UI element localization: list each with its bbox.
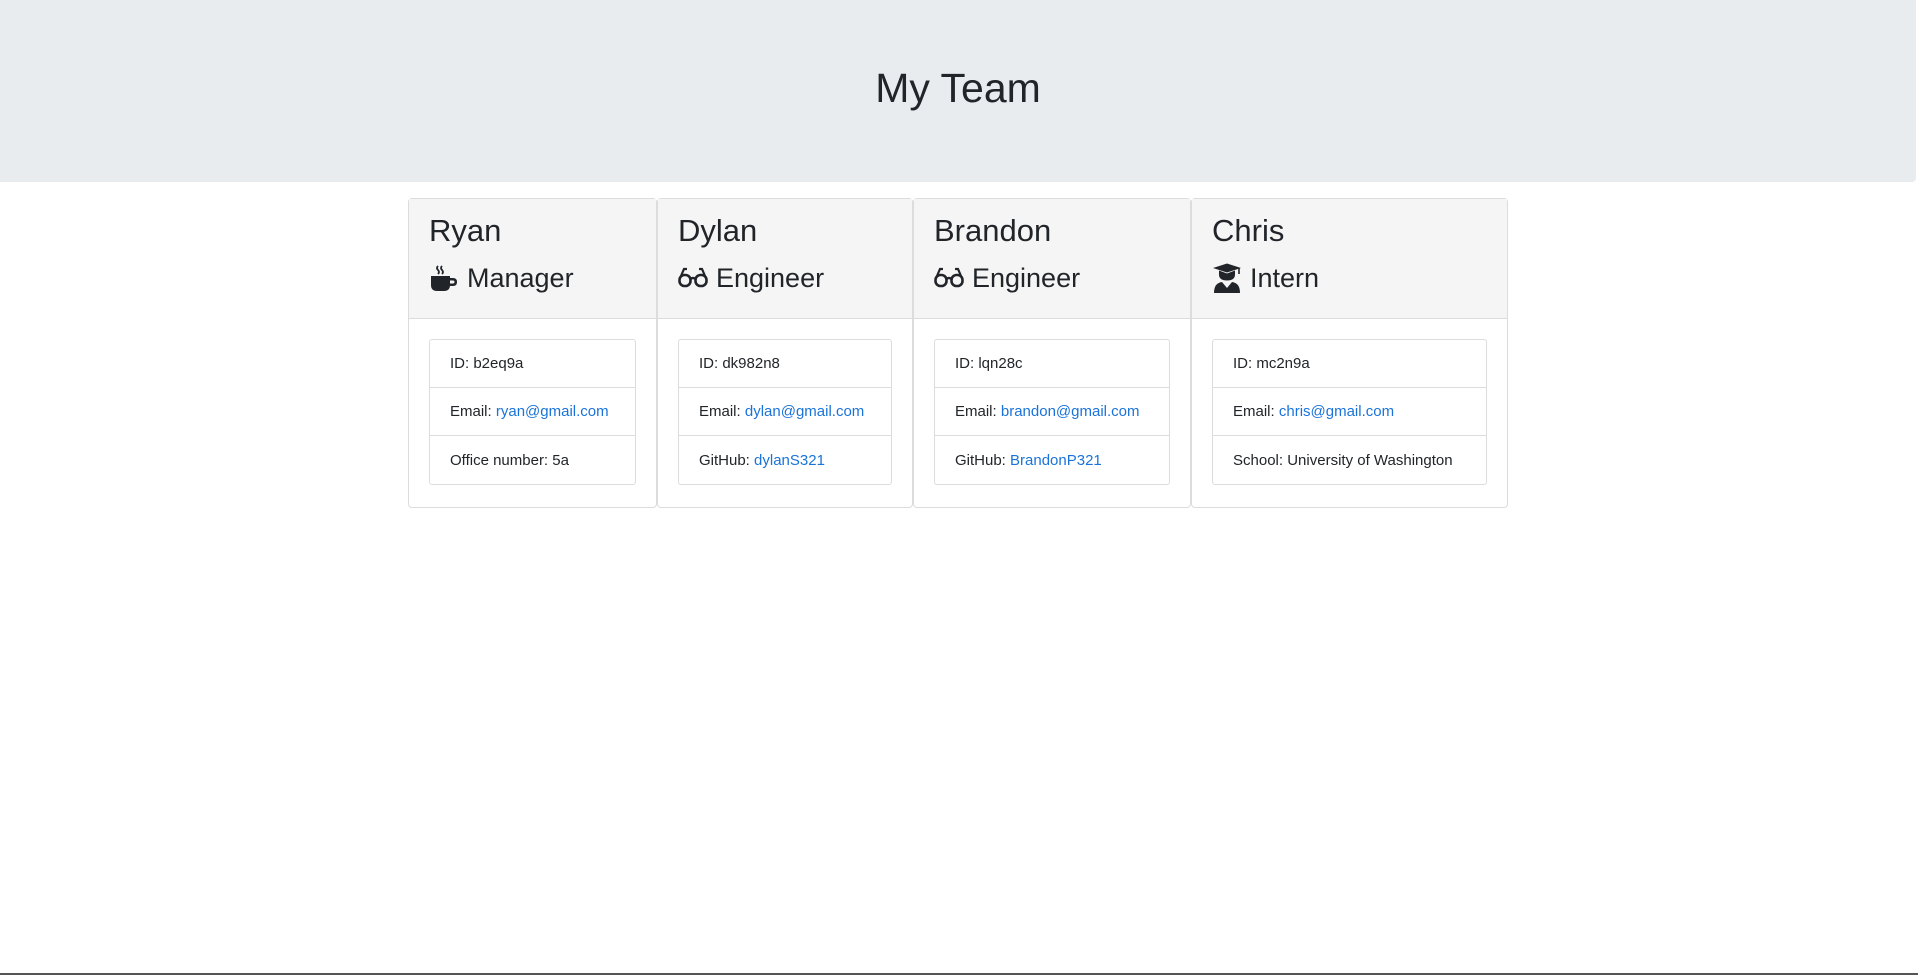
card-body: ID: mc2n9a Email: chris@gmail.com School…: [1192, 319, 1507, 505]
list-item-email: Email: chris@gmail.com: [1213, 388, 1486, 436]
list-item-email: Email: dylan@gmail.com: [679, 388, 891, 436]
id-value: mc2n9a: [1256, 355, 1310, 372]
id-label: ID:: [699, 355, 719, 372]
github-label: GitHub:: [699, 451, 750, 469]
role-label: Intern: [1250, 263, 1320, 293]
card-body: ID: lqn28c Email: brandon@gmail.com GitH…: [914, 319, 1190, 505]
card-header: Ryan Manager: [409, 199, 656, 319]
list-item-id: ID: dk982n8: [679, 340, 891, 388]
card-body: ID: b2eq9a Email: ryan@gmail.com Office …: [409, 319, 656, 505]
employee-name: Brandon: [934, 213, 1052, 248]
list-item-office: Office number: 5a: [430, 436, 635, 484]
github-label: GitHub:: [955, 451, 1006, 469]
header-jumbotron: My Team: [0, 0, 1916, 182]
office-label: Office number:: [450, 451, 549, 469]
employee-role: Manager: [429, 261, 636, 295]
card-body: ID: dk982n8 Email: dylan@gmail.com GitHu…: [658, 319, 912, 505]
school-value: University of Washington: [1287, 451, 1453, 469]
glasses-icon: [678, 267, 708, 288]
card-header: Brandon Engineer: [914, 199, 1190, 319]
list-item-email: Email: brandon@gmail.com: [935, 388, 1169, 436]
employee-name: Ryan: [429, 213, 502, 248]
email-label: Email:: [450, 403, 492, 420]
card-header: Chris Intern: [1192, 199, 1507, 319]
employee-card: Chris Intern ID: mc2n9a Email: chris@gma…: [1191, 198, 1508, 508]
list-item-id: ID: b2eq9a: [430, 340, 635, 388]
employee-role: Engineer: [934, 261, 1170, 295]
card-header: Dylan Engineer: [658, 199, 912, 319]
email-link[interactable]: dylan@gmail.com: [745, 403, 864, 420]
school-label: School:: [1233, 451, 1284, 469]
id-value: b2eq9a: [473, 355, 524, 372]
list-item-email: Email: ryan@gmail.com: [430, 388, 635, 436]
info-list: ID: b2eq9a Email: ryan@gmail.com Office …: [429, 339, 636, 485]
email-label: Email:: [699, 403, 741, 420]
info-list: ID: dk982n8 Email: dylan@gmail.com GitHu…: [678, 339, 892, 485]
info-list: ID: lqn28c Email: brandon@gmail.com GitH…: [934, 339, 1170, 485]
email-link[interactable]: brandon@gmail.com: [1001, 403, 1140, 420]
id-label: ID:: [955, 355, 975, 372]
employee-name: Dylan: [678, 213, 758, 248]
team-cards: Ryan Manager ID: b2eq9a Email: ryan@gmai…: [408, 198, 1508, 508]
employee-card: Dylan Engineer ID: dk982n8 Email: dylan@…: [657, 198, 913, 508]
list-item-id: ID: lqn28c: [935, 340, 1169, 388]
list-item-github: GitHub: dylanS321: [679, 436, 891, 484]
id-label: ID:: [450, 355, 470, 372]
employee-card: Ryan Manager ID: b2eq9a Email: ryan@gmai…: [408, 198, 657, 508]
employee-role: Intern: [1212, 261, 1487, 295]
employee-card: Brandon Engineer ID: lqn28c Email: brand…: [913, 198, 1191, 508]
id-value: lqn28c: [978, 355, 1023, 372]
role-label: Manager: [467, 263, 574, 293]
page-title: My Team: [875, 65, 1041, 111]
email-label: Email:: [1233, 403, 1275, 420]
glasses-icon: [934, 267, 964, 288]
office-value: 5a: [552, 451, 569, 469]
github-link[interactable]: dylanS321: [754, 452, 825, 469]
id-label: ID:: [1233, 355, 1253, 372]
list-item-school: School: University of Washington: [1213, 436, 1486, 484]
role-label: Engineer: [716, 263, 825, 293]
email-link[interactable]: chris@gmail.com: [1279, 403, 1394, 420]
employee-name: Chris: [1212, 213, 1285, 248]
id-value: dk982n8: [722, 355, 780, 372]
role-label: Engineer: [972, 263, 1081, 293]
github-link[interactable]: BrandonP321: [1010, 452, 1102, 469]
email-label: Email:: [955, 403, 997, 420]
list-item-id: ID: mc2n9a: [1213, 340, 1486, 388]
employee-role: Engineer: [678, 261, 892, 295]
mug-icon: [431, 265, 457, 291]
graduate-icon: [1213, 263, 1241, 293]
email-link[interactable]: ryan@gmail.com: [496, 403, 609, 420]
info-list: ID: mc2n9a Email: chris@gmail.com School…: [1212, 339, 1487, 485]
list-item-github: GitHub: BrandonP321: [935, 436, 1169, 484]
